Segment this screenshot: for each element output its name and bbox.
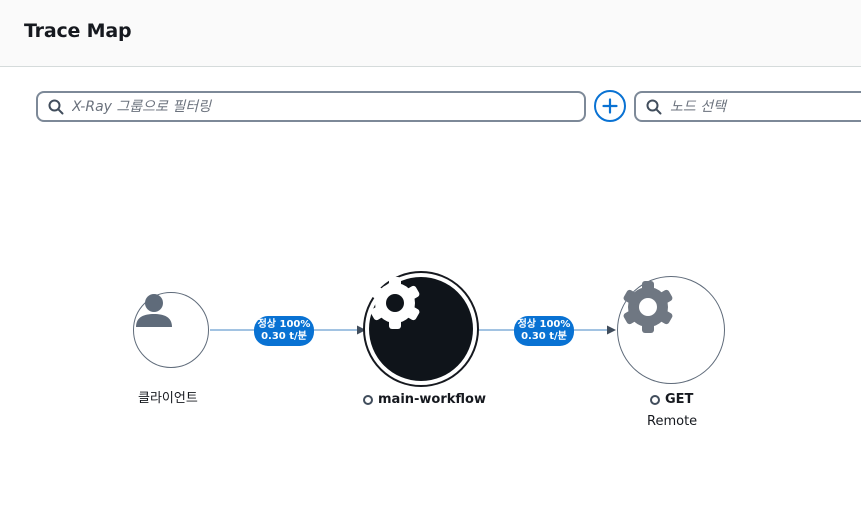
status-ring-icon <box>363 394 373 405</box>
edge-1-status: 정상 100% <box>257 319 311 330</box>
node-select-input[interactable] <box>662 93 861 120</box>
plus-icon <box>602 98 618 114</box>
edge-1-rate: 0.30 t/분 <box>261 331 307 342</box>
main-workflow-node-core <box>369 277 473 381</box>
main-workflow-name: main-workflow <box>378 392 486 407</box>
search-icon <box>646 99 662 114</box>
remote-get-node[interactable] <box>617 276 725 384</box>
node-select-field[interactable] <box>634 91 861 122</box>
remote-get-node-label[interactable]: GET <box>650 392 693 407</box>
main-workflow-node-label[interactable]: main-workflow <box>363 392 486 407</box>
remote-get-name: GET <box>665 392 694 407</box>
search-icon <box>48 99 64 114</box>
edge-1-badge[interactable]: 정상 100% 0.30 t/분 <box>254 316 314 346</box>
add-group-button[interactable] <box>594 90 626 122</box>
trace-map-canvas[interactable]: 정상 100% 0.30 t/분 정상 100% 0.30 t/분 클라이언트 … <box>0 140 861 510</box>
gear-icon <box>370 277 420 329</box>
edge-2-rate: 0.30 t/분 <box>521 331 567 342</box>
status-ring-icon <box>650 394 660 405</box>
edge-2-badge[interactable]: 정상 100% 0.30 t/분 <box>514 316 574 346</box>
gear-icon <box>623 281 673 333</box>
page-title: Trace Map <box>24 20 132 42</box>
main-workflow-node[interactable] <box>363 271 479 387</box>
page-header: Trace Map <box>0 0 861 67</box>
remote-get-node-type: Remote <box>647 414 698 429</box>
user-icon <box>136 294 172 327</box>
group-filter-field[interactable] <box>36 91 586 122</box>
edge-2-arrow <box>607 325 616 335</box>
edge-2-status: 정상 100% <box>517 319 571 330</box>
client-node[interactable] <box>133 292 209 368</box>
client-node-label: 클라이언트 <box>138 391 198 406</box>
group-filter-input[interactable] <box>64 93 584 120</box>
